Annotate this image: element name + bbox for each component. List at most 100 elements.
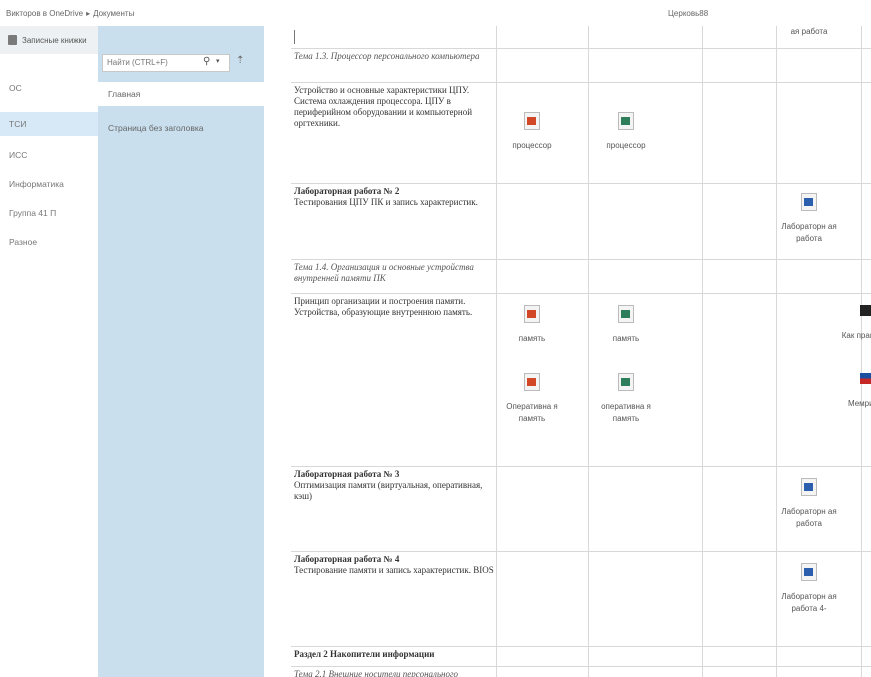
search-icon[interactable]: ⚲ [203,56,210,67]
row-text[interactable]: Лабораторная работа № 4 Тестирование памя… [294,554,494,576]
attachment[interactable]: процессор [499,112,565,152]
row-body: Принцип организации и построения памяти.… [294,296,473,317]
table-row: Лабораторная работа № 4 Тестирование памя… [291,551,871,647]
section-gruppa-41p[interactable]: Группа 41 П [0,201,98,225]
table-row: Лабораторная работа № 2 Тестирования ЦПУ … [291,183,871,260]
table-row: ая работа [291,26,871,49]
row-body: Оптимизация памяти (виртуальная, операти… [294,480,483,501]
section-informatika[interactable]: Информатика [0,172,98,196]
attachment[interactable]: Как правильно [836,305,871,342]
table-row: Принцип организации и построения памяти.… [291,293,871,467]
file-badge-icon [527,378,536,386]
section-label: Разное [9,237,38,247]
attachment[interactable]: ая работа [776,26,842,38]
attachment-label: Лабораторн ая работа [781,507,837,528]
row-heading: Лабораторная работа № 3 [294,469,400,479]
row-text[interactable]: Принцип организации и построения памяти.… [294,296,494,318]
breadcrumb-documents[interactable]: Документы [93,9,134,18]
section-label: Информатика [9,179,64,189]
notebooks-header[interactable]: Записные книжки [0,26,98,54]
row-text[interactable]: Тема 1.4. Организация и основные устройс… [294,262,494,284]
notebook-icon [8,35,17,45]
table-row: Тема 1.4. Организация и основные устройс… [291,259,871,294]
breadcrumb-separator: ▸ [86,9,91,18]
attachment-label: ая работа [790,27,828,36]
row-body: Тема 2.1 Внешние носители персонального [294,669,459,677]
file-badge-icon [804,483,813,491]
chevron-down-icon[interactable]: ▾ [216,57,220,65]
section-label: ИСС [9,150,28,160]
pub-file-icon [618,305,634,323]
section-label: ОС [9,83,22,93]
attachment[interactable]: Оперативна я память [499,373,565,425]
doc-file-icon [801,563,817,581]
doc-file-icon [801,478,817,496]
file-badge-icon [804,198,813,206]
breadcrumb: Викторов в OneDrive ▸ Документы [6,9,134,18]
img-file-icon [860,305,871,316]
attachment-label: оперативна я память [601,402,651,423]
row-body: Тестирование памяти и запись характерист… [294,565,494,575]
table-row: Тема 2.1 Внешние носители персонального [291,666,871,677]
row-body: Тема 1.4. Организация и основные устройс… [294,262,474,283]
attachment-label: Мемристор [847,399,871,408]
table-row: Тема 1.3. Процессор персонального компью… [291,48,871,83]
ppt-file-icon [524,112,540,130]
table-row: Лабораторная работа № 3 Оптимизация памят… [291,466,871,552]
note-canvas[interactable]: ая работа Тема 1.3. Процессор персонально… [264,26,871,677]
section-label: ТСИ [9,119,27,129]
table-row: Раздел 2 Накопители информации [291,646,871,667]
row-text[interactable]: Раздел 2 Накопители информации [294,649,494,660]
breadcrumb-onedrive[interactable]: Викторов в OneDrive [6,9,83,18]
flag-file-icon [860,373,871,384]
attachment[interactable]: процессор [593,112,659,152]
search-input[interactable]: Найти (CTRL+F) ⚲ ▾ [102,54,230,72]
attachment[interactable]: Лабораторн ая работа [776,193,842,245]
section-label: Группа 41 П [9,208,57,218]
attachment[interactable]: память [593,305,659,345]
row-heading: Раздел 2 Накопители информации [294,649,435,659]
file-badge-icon [621,378,630,386]
user-name[interactable]: Церковь88 [668,9,708,18]
notebooks-label: Записные книжки [22,36,87,45]
section-iss[interactable]: ИСС [0,143,98,167]
row-text[interactable]: Тема 1.3. Процессор персонального компью… [294,51,494,62]
page-item-glavnaya[interactable]: Главная [98,82,264,106]
attachment[interactable]: Лабораторн ая работа [776,478,842,530]
row-heading: Лабораторная работа № 4 [294,554,400,564]
file-badge-icon [804,568,813,576]
attachment-label: процессор [512,141,552,150]
doc-file-icon [801,193,817,211]
file-badge-icon [527,117,536,125]
row-text[interactable]: Лабораторная работа № 2 Тестирования ЦПУ … [294,186,494,208]
search-placeholder: Найти (CTRL+F) [107,58,168,67]
pub-file-icon [618,112,634,130]
row-body: Устройство и основные характеристики ЦПУ… [294,85,473,128]
attachment-label: Лабораторн ая работа 4- [781,592,837,613]
attachment[interactable]: Мемристор [836,373,871,410]
attachment[interactable]: оперативна я память [593,373,659,425]
section-tsi[interactable]: ТСИ [0,112,98,136]
page-item-untitled[interactable]: Страница без заголовка [98,116,264,140]
attachment[interactable]: память [499,305,565,345]
attachment[interactable]: Лабораторн ая работа 4- [776,563,842,615]
row-text[interactable]: Устройство и основные характеристики ЦПУ… [294,85,494,129]
row-body: Тема 1.3. Процессор персонального компью… [294,51,480,61]
pub-file-icon [618,373,634,391]
pin-icon[interactable]: ⇡ [236,55,244,66]
attachment-label: память [612,334,640,343]
section-os[interactable]: ОС [0,76,98,100]
ppt-file-icon [524,305,540,323]
row-text[interactable]: Тема 2.1 Внешние носители персонального [294,669,494,677]
file-badge-icon [527,310,536,318]
ppt-file-icon [524,373,540,391]
page-label: Главная [108,89,141,99]
attachment-label: Лабораторн ая работа [781,222,837,243]
row-text[interactable]: Лабораторная работа № 3 Оптимизация памят… [294,469,494,502]
section-raznoe[interactable]: Разное [0,230,98,254]
row-heading: Лабораторная работа № 2 [294,186,400,196]
attachment-label: процессор [606,141,646,150]
table-row: Устройство и основные характеристики ЦПУ… [291,82,871,184]
top-bar: Викторов в OneDrive ▸ Документы Церковь88 [0,0,871,27]
attachment-label: память [518,334,546,343]
